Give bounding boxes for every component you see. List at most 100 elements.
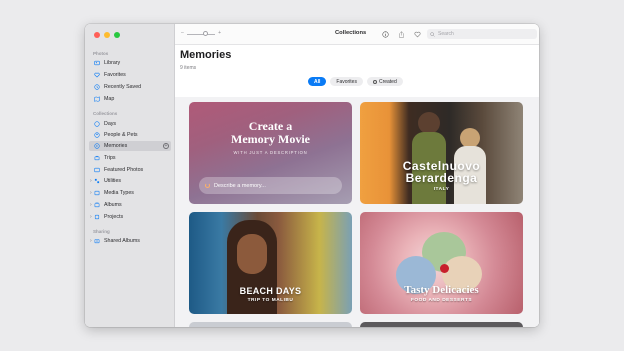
filter-favorites[interactable]: Favorites (330, 77, 363, 86)
sidebar-item-favorites[interactable]: Favorites (89, 70, 171, 80)
sidebar-item-recently-saved[interactable]: Recently Saved (89, 82, 171, 92)
search-field[interactable]: Search (427, 29, 537, 39)
info-icon (381, 30, 389, 38)
heart-icon (414, 31, 420, 37)
sparkle-icon (205, 183, 210, 188)
photo-figure (460, 128, 480, 148)
create-memory-card[interactable]: Create a Memory Movie WITH JUST A DESCRI… (189, 102, 352, 204)
sidebar: Photos Library Favorites Recently Saved … (85, 24, 175, 327)
zoom-in-icon[interactable]: + (218, 30, 221, 36)
window-title: Collections (335, 30, 367, 36)
sidebar-item-label: People & Pets (104, 132, 138, 138)
memory-card-partial[interactable] (189, 322, 352, 327)
photo-figure (418, 112, 440, 134)
sidebar-item-label: Map (104, 96, 115, 102)
sidebar-item-label: Albums (104, 202, 122, 208)
sidebar-item-albums[interactable]: › Albums (89, 200, 171, 210)
filter-created-label: Created (378, 78, 397, 85)
search-placeholder: Search (438, 31, 454, 37)
toolbar: – + Collections Search (175, 24, 539, 45)
describe-memory-input[interactable]: Describe a memory... (199, 177, 342, 194)
share-button[interactable] (397, 30, 405, 38)
sidebar-item-label: Library (104, 60, 121, 66)
sidebar-item-label: Recently Saved (104, 84, 142, 90)
sidebar-heading-collections: Collections (93, 111, 118, 116)
media-icon (94, 190, 100, 196)
memory-card-italy[interactable]: Castelnuovo Berardenga ITALY (360, 102, 523, 204)
zoom-out-icon[interactable]: – (181, 30, 184, 36)
sidebar-item-shared-albums[interactable]: › Shared Albums (89, 236, 171, 246)
sidebar-item-label: Memories (104, 143, 128, 149)
sidebar-item-featured-photos[interactable]: Featured Photos (89, 165, 171, 175)
star-photo-icon (94, 167, 100, 173)
sidebar-item-label: Featured Photos (104, 167, 144, 173)
sidebar-heading-photos: Photos (93, 51, 109, 56)
create-card-subtitle: WITH JUST A DESCRIPTION (233, 150, 308, 155)
suitcase-icon (94, 155, 100, 161)
sidebar-item-label: Projects (104, 214, 124, 220)
filter-bar: All Favorites Created (308, 77, 403, 86)
map-icon (94, 96, 100, 102)
memories-grid: Create a Memory Movie WITH JUST A DESCRI… (175, 97, 539, 327)
info-button[interactable] (381, 30, 389, 38)
page-title: Memories (180, 49, 232, 61)
sidebar-item-label: Utilities (104, 178, 122, 184)
project-icon (94, 214, 100, 220)
clock-icon (94, 84, 100, 90)
person-icon (94, 132, 100, 138)
food-card-subtitle: FOOD AND DESSERTS (410, 298, 473, 303)
main-content: Memories 9 items All Favorites Created C… (175, 45, 539, 327)
heart-icon (94, 72, 100, 78)
memories-icon (94, 143, 100, 149)
sidebar-item-memories[interactable]: Memories + (89, 141, 171, 151)
sidebar-item-label: Favorites (104, 72, 126, 78)
sidebar-item-media-types[interactable]: › Media Types (89, 188, 171, 198)
add-memory-icon[interactable]: + (163, 143, 169, 149)
sidebar-item-people-pets[interactable]: People & Pets (89, 130, 171, 140)
sidebar-item-label: Days (104, 121, 117, 127)
share-icon (398, 30, 404, 38)
food-card-title: Tasty Delicacies (404, 284, 479, 296)
sidebar-item-map[interactable]: Map (89, 94, 171, 104)
utilities-icon (94, 178, 100, 184)
filter-created[interactable]: Created (366, 77, 403, 86)
sidebar-item-trips[interactable]: Trips (89, 153, 171, 163)
zoom-slider-knob[interactable] (203, 31, 208, 36)
heart-icon[interactable] (341, 216, 347, 222)
filter-all[interactable]: All (308, 77, 327, 86)
album-icon (94, 202, 100, 208)
sidebar-item-projects[interactable]: › Projects (89, 212, 171, 222)
photo-figure (237, 234, 267, 274)
photo-figure (440, 264, 449, 273)
heart-icon[interactable] (512, 216, 518, 222)
sidebar-item-label: Media Types (104, 190, 134, 196)
photo-library-icon (94, 60, 100, 66)
favorite-button[interactable] (413, 30, 421, 38)
memory-card-beach[interactable]: BEACH DAYS TRIP TO MALIBU (189, 212, 352, 314)
sidebar-item-library[interactable]: Library (89, 58, 171, 68)
sidebar-heading-sharing: Sharing (93, 229, 110, 234)
memory-card-food[interactable]: Tasty Delicacies FOOD AND DESSERTS (360, 212, 523, 314)
zoom-button[interactable] (114, 32, 120, 38)
memory-card-partial[interactable] (360, 322, 523, 327)
italy-card-title: Castelnuovo Berardenga (360, 160, 523, 184)
photos-window: Photos Library Favorites Recently Saved … (85, 24, 539, 327)
describe-memory-placeholder: Describe a memory... (214, 182, 266, 189)
beach-card-subtitle: TRIP TO MALIBU (247, 298, 294, 303)
create-card-title-line2: Memory Movie (231, 132, 310, 146)
zoom-slider[interactable]: – + (181, 30, 221, 37)
zoom-slider-track[interactable] (187, 34, 215, 35)
shared-album-icon (94, 238, 100, 244)
italy-card-subtitle: ITALY (433, 187, 450, 192)
item-count: 9 items (180, 65, 197, 71)
close-button[interactable] (94, 32, 100, 38)
create-card-title: Create a Memory Movie (189, 120, 352, 146)
sidebar-item-days[interactable]: Days (89, 119, 171, 129)
minimize-button[interactable] (104, 32, 110, 38)
created-icon (372, 79, 377, 84)
sidebar-item-label: Trips (104, 155, 116, 161)
beach-card-title: BEACH DAYS (239, 286, 302, 296)
search-icon (430, 31, 435, 37)
sidebar-item-utilities[interactable]: › Utilities (89, 176, 171, 186)
calendar-icon (94, 121, 100, 127)
